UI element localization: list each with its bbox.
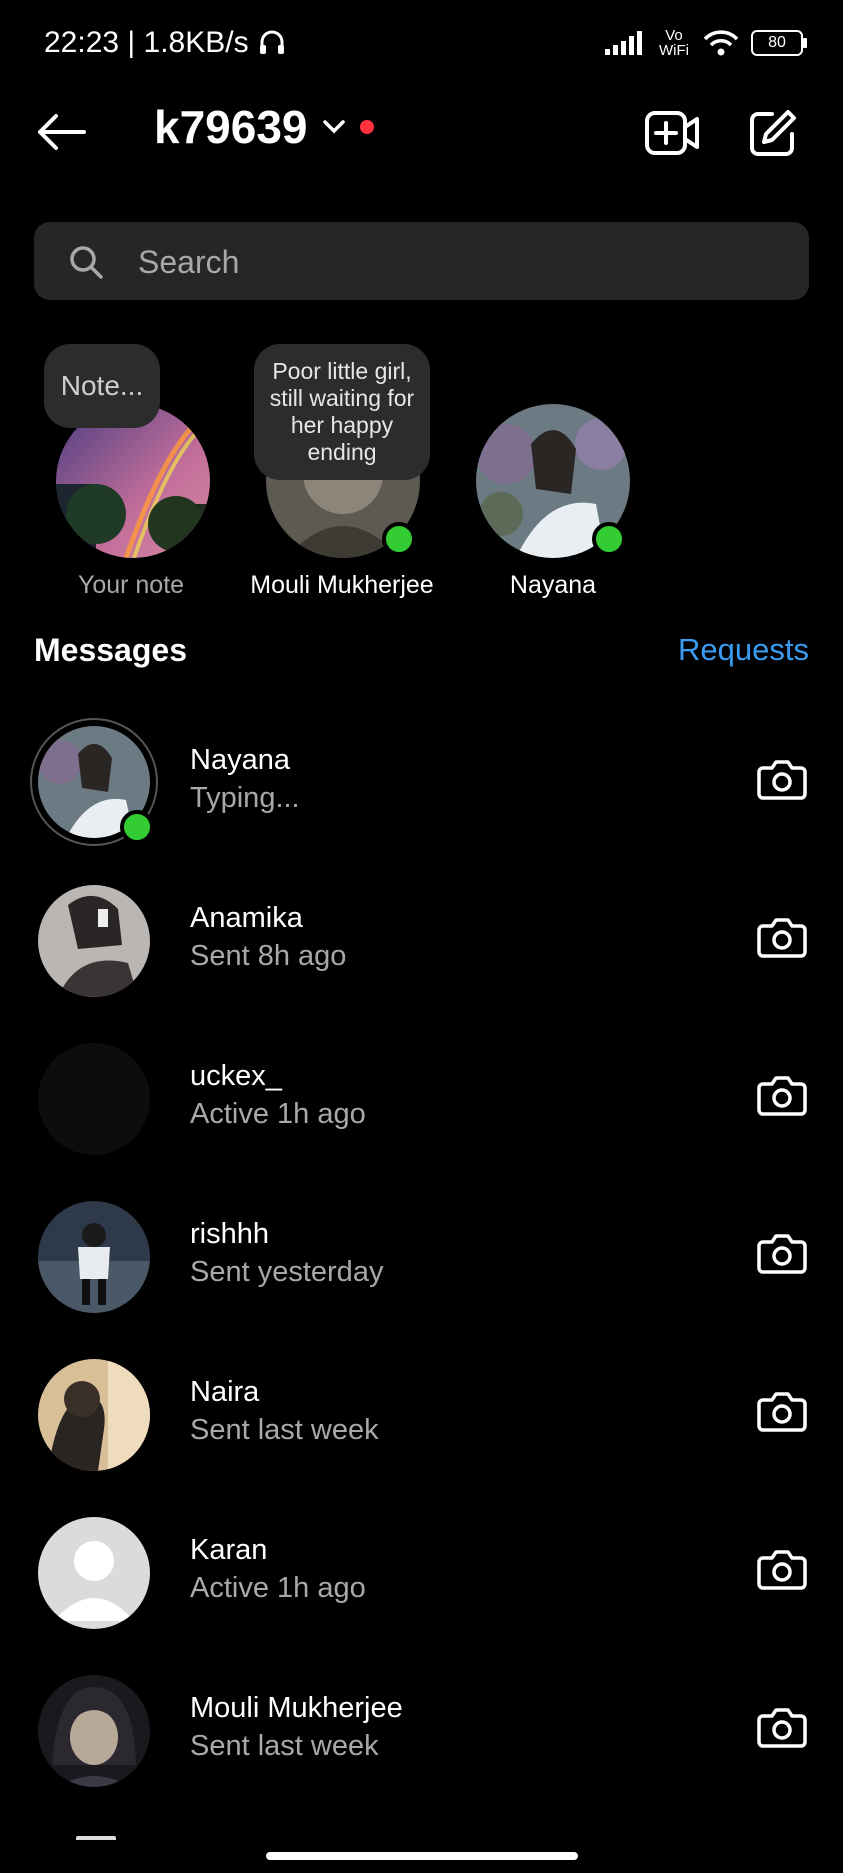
message-status: Active 1h ago — [190, 1572, 366, 1604]
message-status: Sent 8h ago — [190, 940, 347, 972]
camera-icon[interactable] — [757, 754, 807, 804]
signal-icon — [605, 31, 642, 55]
message-row[interactable]: uckex_ Active 1h ago — [0, 1020, 843, 1178]
camera-icon[interactable] — [757, 1070, 807, 1120]
message-row[interactable]: Mouli Mukherjee Sent last week — [0, 1652, 843, 1810]
online-indicator — [382, 522, 416, 556]
message-row[interactable]: rishhh Sent yesterday — [0, 1178, 843, 1336]
contact-name: Nayana — [190, 744, 290, 776]
message-row[interactable]: Karan Active 1h ago — [0, 1494, 843, 1652]
requests-link[interactable]: Requests — [678, 632, 809, 668]
note-label-mouli: Mouli Mukherjee — [250, 571, 434, 599]
message-status: Typing... — [190, 782, 300, 814]
contact-name: Anamika — [190, 902, 303, 934]
search-bar[interactable] — [34, 222, 809, 302]
message-status: Sent last week — [190, 1414, 379, 1446]
note-bubble-mouli[interactable]: Poor little girl, still waiting for her … — [254, 344, 430, 480]
status-bar: 22:23 | 1.8KB/s Vo WiFi 80 — [0, 0, 843, 90]
message-row[interactable]: Nayana Typing... — [0, 704, 843, 862]
camera-icon[interactable] — [757, 912, 807, 962]
contact-name: Karan — [190, 1534, 268, 1566]
avatar — [38, 1359, 150, 1471]
your-note-bubble[interactable]: Note... — [44, 344, 160, 428]
default-avatar — [38, 1517, 150, 1629]
account-switcher[interactable]: k79639 — [154, 100, 374, 154]
message-row[interactable]: Anamika Sent 8h ago — [0, 862, 843, 1020]
chevron-down-icon — [322, 120, 345, 134]
headphones-icon — [259, 30, 284, 54]
vowifi-label: Vo WiFi — [659, 27, 689, 59]
message-status: Sent last week — [190, 1730, 379, 1762]
avatar — [38, 1675, 150, 1787]
online-indicator — [120, 810, 154, 844]
message-status: Sent yesterday — [190, 1256, 384, 1288]
message-row[interactable]: Naira Sent last week — [0, 1336, 843, 1494]
message-status: Active 1h ago — [190, 1098, 366, 1130]
messages-heading: Messages — [34, 632, 187, 668]
contact-name: rishhh — [190, 1218, 269, 1250]
contact-name: Naira — [190, 1376, 260, 1408]
contact-name: Mouli Mukherjee — [190, 1692, 403, 1724]
avatar — [38, 1043, 150, 1155]
status-time-speed: 22:23 | 1.8KB/s — [44, 26, 287, 60]
status-indicators: Vo WiFi 80 — [605, 27, 807, 59]
search-icon — [70, 246, 103, 279]
wifi-icon — [703, 30, 739, 56]
search-input[interactable] — [136, 222, 780, 302]
home-indicator[interactable] — [266, 1852, 578, 1860]
username-title: k79639 — [154, 101, 308, 153]
avatar — [38, 885, 150, 997]
camera-icon[interactable] — [757, 1228, 807, 1278]
battery-icon: 80 — [751, 30, 807, 56]
camera-icon[interactable] — [757, 1386, 807, 1436]
back-arrow-icon[interactable] — [36, 112, 86, 152]
online-indicator — [592, 522, 626, 556]
your-note-label: Your note — [77, 571, 185, 599]
video-call-icon[interactable] — [644, 110, 700, 156]
avatar-partial — [76, 1836, 116, 1840]
note-label-nayana: Nayana — [509, 571, 597, 599]
compose-icon[interactable] — [748, 108, 798, 158]
contact-name: uckex_ — [190, 1060, 282, 1092]
camera-icon[interactable] — [757, 1544, 807, 1594]
avatar — [38, 1201, 150, 1313]
notification-dot — [359, 120, 374, 134]
camera-icon[interactable] — [757, 1702, 807, 1752]
